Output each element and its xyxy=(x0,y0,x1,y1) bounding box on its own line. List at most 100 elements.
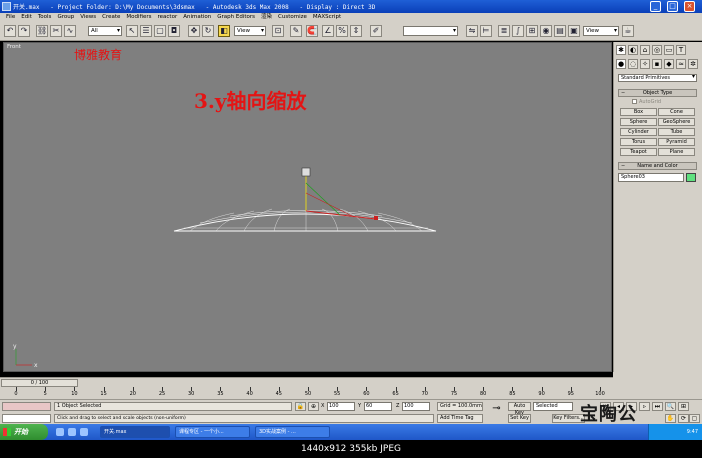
rectangular-selection-icon[interactable]: ▢ xyxy=(154,25,166,37)
auto-key-button[interactable]: Auto Key xyxy=(508,402,531,416)
reference-coord-dropdown[interactable]: View xyxy=(234,26,266,36)
menu-create[interactable]: Create xyxy=(99,13,123,22)
render-setup-icon[interactable]: ▤ xyxy=(554,25,566,37)
window-crossing-icon[interactable]: ◘ xyxy=(168,25,180,37)
y-coordinate-field[interactable]: 60 xyxy=(364,402,392,411)
torus-button[interactable]: Torus xyxy=(620,138,657,146)
menu-tools[interactable]: Tools xyxy=(35,13,55,22)
hierarchy-tab-icon[interactable]: ⌂ xyxy=(640,45,650,55)
render-preset-dropdown[interactable]: View xyxy=(583,26,619,36)
layer-manager-icon[interactable]: ≣ xyxy=(498,25,510,37)
select-by-name-icon[interactable]: ☰ xyxy=(140,25,152,37)
cameras-icon[interactable]: ▪ xyxy=(652,59,662,69)
rotate-icon[interactable]: ↻ xyxy=(202,25,214,37)
material-editor-icon[interactable]: ◉ xyxy=(540,25,552,37)
quick-render-icon[interactable]: ☕ xyxy=(622,25,634,37)
unlink-icon[interactable]: ✂ xyxy=(50,25,62,37)
time-slider-knob[interactable]: 0 / 100 xyxy=(1,379,78,387)
plane-button[interactable]: Plane xyxy=(658,148,695,156)
redo-icon[interactable]: ↷ xyxy=(18,25,30,37)
front-viewport[interactable]: Front 博雅教育 3.y轴向缩放 x y xyxy=(3,42,612,372)
minimize-button[interactable]: _ xyxy=(650,1,661,12)
tube-button[interactable]: Tube xyxy=(658,128,695,136)
move-icon[interactable]: ✥ xyxy=(188,25,200,37)
taskbar-item-3dsmax[interactable]: 开关.max xyxy=(100,426,170,438)
lights-icon[interactable]: ✧ xyxy=(640,59,650,69)
systems-icon[interactable]: ✲ xyxy=(688,59,698,69)
helpers-icon[interactable]: ◆ xyxy=(664,59,674,69)
shapes-icon[interactable]: ◌ xyxy=(628,59,638,69)
utilities-tab-icon[interactable]: T xyxy=(676,45,686,55)
x-coordinate-field[interactable]: 100 xyxy=(327,402,355,411)
box-button[interactable]: Box xyxy=(620,108,657,116)
spinner-snap-icon[interactable]: ⇕ xyxy=(350,25,362,37)
set-key-button[interactable]: Set Key xyxy=(508,414,531,423)
pivot-center-icon[interactable]: ⊡ xyxy=(272,25,284,37)
object-type-rollout[interactable]: − Object Type xyxy=(618,89,697,97)
next-frame-icon[interactable]: ▹ xyxy=(639,402,650,411)
menu-file[interactable]: File xyxy=(3,13,18,22)
maximize-viewport-icon[interactable]: ▢ xyxy=(689,414,700,423)
menu-animation[interactable]: Animation xyxy=(180,13,214,22)
geometry-icon[interactable]: ● xyxy=(616,59,626,69)
flattened-sphere-mesh[interactable] xyxy=(173,208,437,232)
maxscript-input-mini[interactable] xyxy=(2,414,51,423)
space-warps-icon[interactable]: ≈ xyxy=(676,59,686,69)
zoom-all-icon[interactable]: ⊞ xyxy=(678,402,689,411)
modify-tab-icon[interactable]: ◐ xyxy=(628,45,638,55)
bind-space-warp-icon[interactable]: ∿ xyxy=(64,25,76,37)
z-coordinate-field[interactable]: 100 xyxy=(402,402,430,411)
autogrid-checkbox[interactable]: AutoGrid xyxy=(632,99,661,105)
menu-rendering[interactable]: 渲染 xyxy=(258,13,275,22)
create-tab-icon[interactable]: ✱ xyxy=(616,45,626,55)
object-name-field[interactable]: Sphere03 xyxy=(618,173,684,182)
render-frame-icon[interactable]: ▣ xyxy=(568,25,580,37)
teapot-button[interactable]: Teapot xyxy=(620,148,657,156)
menu-customize[interactable]: Customize xyxy=(275,13,310,22)
display-tab-icon[interactable]: ▭ xyxy=(664,45,674,55)
edit-named-selection-icon[interactable]: ✐ xyxy=(370,25,382,37)
percent-snap-icon[interactable]: % xyxy=(336,25,348,37)
absolute-mode-icon[interactable]: ⊕ xyxy=(308,402,319,411)
select-object-icon[interactable]: ↖ xyxy=(126,25,138,37)
named-selection-dropdown[interactable] xyxy=(403,26,458,36)
cylinder-button[interactable]: Cylinder xyxy=(620,128,657,136)
align-icon[interactable]: ⊨ xyxy=(480,25,492,37)
lock-selection-icon[interactable]: 🔒 xyxy=(295,402,306,411)
pan-icon[interactable]: ✋ xyxy=(665,414,676,423)
menu-edit[interactable]: Edit xyxy=(18,13,35,22)
menu-maxscript[interactable]: MAXScript xyxy=(310,13,344,22)
menu-modifiers[interactable]: Modifiers xyxy=(123,13,154,22)
angle-snap-icon[interactable]: ∠ xyxy=(322,25,334,37)
mirror-icon[interactable]: ⇋ xyxy=(466,25,478,37)
scale-icon[interactable]: ◧ xyxy=(218,25,230,37)
undo-icon[interactable]: ↶ xyxy=(4,25,16,37)
close-button[interactable]: × xyxy=(684,1,695,12)
add-time-tag-button[interactable]: Add Time Tag xyxy=(437,414,483,423)
desktop-quicklaunch-icon[interactable] xyxy=(68,428,76,436)
schematic-view-icon[interactable]: ⊞ xyxy=(526,25,538,37)
taskbar-item-browser-1[interactable]: 课程专区 - 一个小... xyxy=(175,426,250,438)
geosphere-button[interactable]: GeoSphere xyxy=(658,118,695,126)
object-color-swatch[interactable] xyxy=(686,173,696,182)
system-tray-clock[interactable]: 9:47 xyxy=(648,424,702,440)
menu-views[interactable]: Views xyxy=(77,13,99,22)
motion-tab-icon[interactable]: ◎ xyxy=(652,45,662,55)
menu-group[interactable]: Group xyxy=(54,13,77,22)
zoom-icon[interactable]: 🔍 xyxy=(665,402,676,411)
arc-rotate-icon[interactable]: ⟳ xyxy=(678,414,689,423)
name-and-color-rollout[interactable]: − Name and Color xyxy=(618,162,697,170)
taskbar-item-browser-2[interactable]: 3D实战案例 - ... xyxy=(255,426,330,438)
menu-reactor[interactable]: reactor xyxy=(155,13,181,22)
key-mode-dropdown[interactable]: Selected xyxy=(533,402,573,411)
maxscript-listener-mini[interactable] xyxy=(2,402,51,411)
selection-filter-dropdown[interactable]: All xyxy=(88,26,122,36)
select-link-icon[interactable]: ⛓ xyxy=(36,25,48,37)
go-to-end-icon[interactable]: ⏭ xyxy=(652,402,663,411)
pyramid-button[interactable]: Pyramid xyxy=(658,138,695,146)
track-bar[interactable]: 0 5 10 15 20 25 30 35 40 45 50 55 60 65 70 75 80 85 90 95 10… xyxy=(0,387,613,399)
snap-toggle-icon[interactable]: 🧲 xyxy=(306,25,318,37)
curve-editor-icon[interactable]: ∫ xyxy=(512,25,524,37)
time-slider[interactable]: 0 / 100 xyxy=(0,377,613,387)
menu-graph-editors[interactable]: Graph Editors xyxy=(214,13,258,22)
